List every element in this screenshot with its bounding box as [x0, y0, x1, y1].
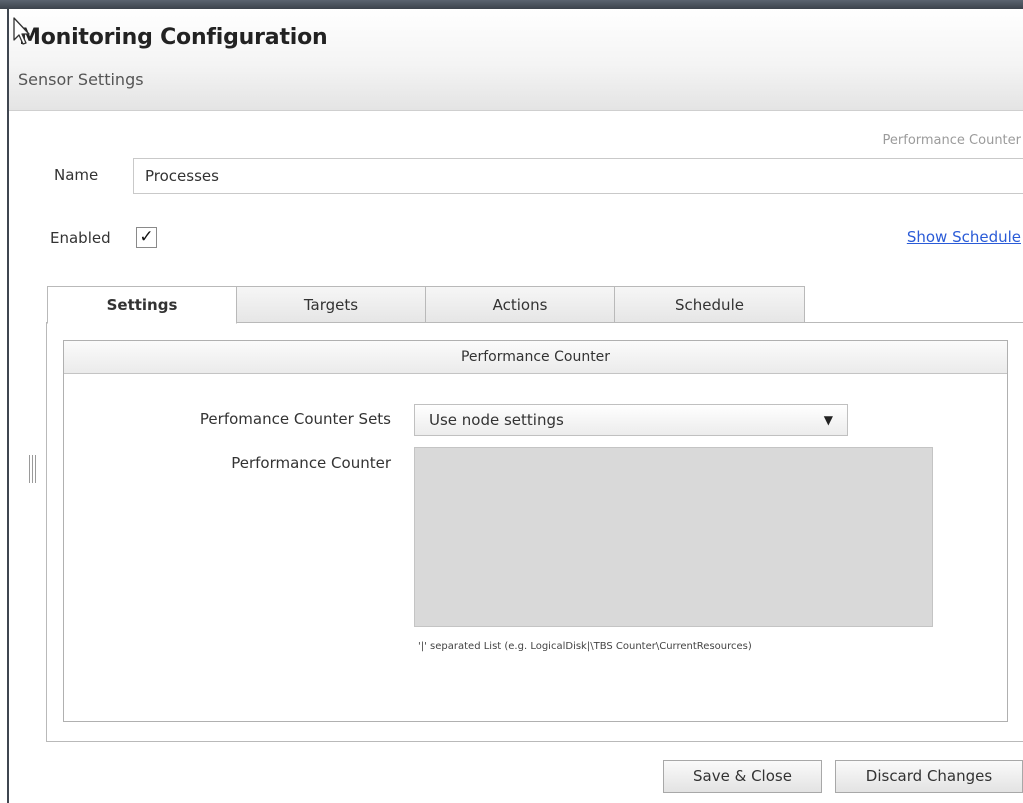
enabled-label: Enabled — [50, 229, 111, 247]
tab-targets[interactable]: Targets — [236, 286, 426, 323]
counter-sets-value: Use node settings — [429, 411, 564, 429]
counter-sets-select[interactable]: Use node settings ▼ — [414, 404, 848, 436]
tab-strip-line — [804, 322, 1023, 323]
splitter-grip-icon[interactable] — [29, 455, 37, 483]
sensor-type-label: Performance Counter — [882, 133, 1021, 148]
window-top-bar — [0, 0, 1023, 9]
mouse-pointer-icon — [13, 17, 30, 45]
name-input[interactable] — [133, 158, 1023, 194]
counter-sets-label: Perfomance Counter Sets — [199, 410, 391, 428]
performance-counter-label: Performance Counter — [231, 454, 391, 472]
tab-schedule[interactable]: Schedule — [614, 286, 805, 323]
tab-actions[interactable]: Actions — [425, 286, 615, 323]
window-left-border — [7, 9, 9, 803]
show-schedule-link[interactable]: Show Schedule — [907, 228, 1021, 246]
enabled-checkbox[interactable]: ✓ — [136, 227, 157, 248]
discard-changes-button[interactable]: Discard Changes — [835, 760, 1023, 793]
group-header: Performance Counter — [64, 341, 1007, 374]
performance-counter-textarea[interactable] — [414, 447, 933, 627]
page-title: Monitoring Configuration — [19, 25, 328, 50]
page-subtitle: Sensor Settings — [18, 70, 144, 89]
performance-counter-hint: '|' separated List (e.g. LogicalDisk|\TB… — [418, 641, 752, 652]
name-label: Name — [54, 166, 99, 184]
tab-settings[interactable]: Settings — [47, 286, 237, 324]
save-close-button[interactable]: Save & Close — [663, 760, 822, 793]
chevron-down-icon: ▼ — [823, 413, 833, 427]
